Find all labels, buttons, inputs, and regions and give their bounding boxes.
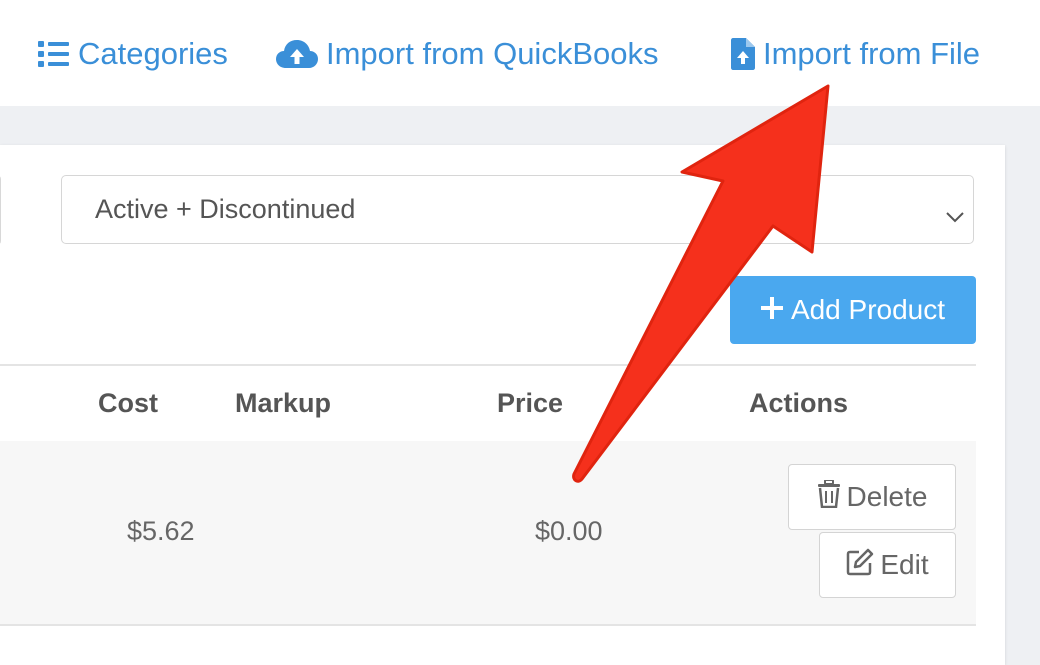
edit-label: Edit (880, 549, 929, 580)
edit-icon (846, 548, 880, 583)
chevron-down-icon (945, 200, 965, 231)
products-card: Active + Discontinued Add Product Cost M… (0, 145, 1005, 665)
delete-button[interactable]: Delete (788, 464, 956, 530)
header-price[interactable]: Price (497, 388, 563, 419)
add-product-label: Add Product (790, 294, 946, 325)
edit-button[interactable]: Edit (819, 532, 956, 598)
plus-icon (760, 294, 791, 326)
import-file-label: Import from File (763, 36, 981, 71)
header-markup[interactable]: Markup (235, 388, 331, 419)
delete-label: Delete (846, 481, 928, 512)
top-toolbar: Categories Import from QuickBooks Import… (0, 0, 1040, 106)
import-quickbooks-label: Import from QuickBooks (326, 36, 659, 71)
add-product-button[interactable]: Add Product (730, 276, 976, 344)
status-filter-select[interactable]: Active + Discontinued (61, 175, 974, 244)
header-cost[interactable]: Cost (98, 388, 158, 419)
categories-label: Categories (78, 36, 228, 71)
table-row: $5.62 $0.00 Delete Edit (0, 441, 976, 626)
header-actions: Actions (749, 388, 849, 418)
table-header: Cost Markup Price Actions (0, 364, 976, 443)
list-icon (38, 39, 78, 69)
import-from-file-link[interactable]: Import from File (731, 30, 980, 78)
cloud-upload-icon (276, 39, 326, 69)
import-quickbooks-link[interactable]: Import from QuickBooks (276, 30, 658, 78)
file-upload-icon (731, 38, 763, 70)
search-input-edge[interactable] (0, 175, 1, 245)
categories-link[interactable]: Categories (38, 30, 228, 78)
trash-icon (817, 478, 847, 515)
price-cell: $0.00 (535, 516, 603, 546)
status-filter-value: Active + Discontinued (95, 194, 356, 224)
cost-cell: $5.62 (127, 516, 195, 546)
